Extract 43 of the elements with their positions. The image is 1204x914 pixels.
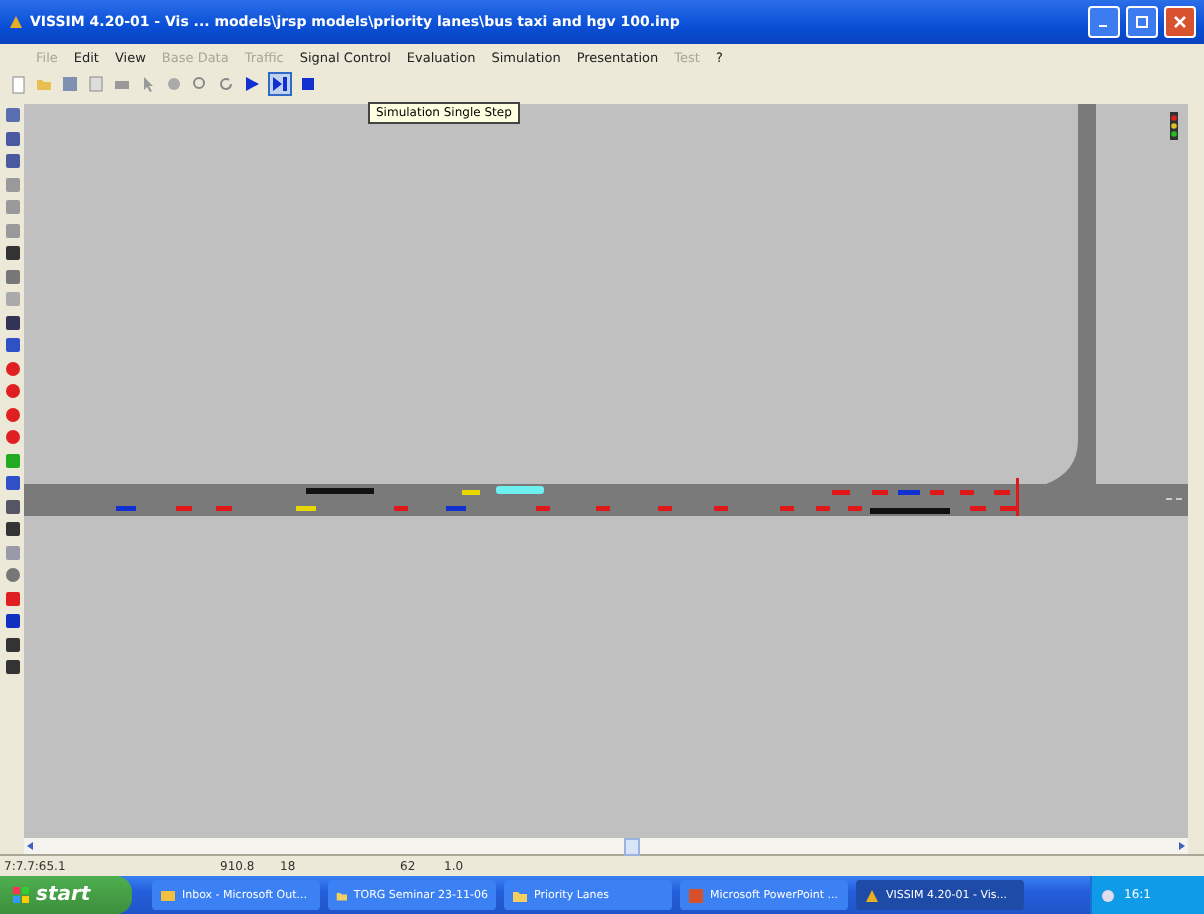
folder-icon	[336, 887, 348, 903]
stop-button[interactable]	[298, 74, 318, 94]
vehicle	[898, 490, 920, 495]
maximize-button[interactable]	[1126, 6, 1158, 38]
vehicle	[296, 506, 316, 511]
start-button[interactable]: start	[0, 876, 132, 914]
play-button[interactable]	[242, 74, 262, 94]
pointer-button[interactable]	[138, 74, 158, 94]
app-icon	[8, 14, 24, 30]
vehicle	[596, 506, 610, 511]
vehicle	[176, 506, 192, 511]
app-icon	[864, 887, 880, 903]
vehicle	[536, 506, 550, 511]
windows-logo-icon	[12, 886, 30, 904]
minimize-button[interactable]	[1088, 6, 1120, 38]
maximize-icon	[1134, 14, 1150, 30]
vehicle	[306, 488, 374, 494]
folder-icon	[36, 76, 52, 92]
play-icon	[244, 76, 260, 92]
pointer-icon	[140, 76, 156, 92]
envelope-icon	[160, 887, 176, 903]
folder-icon	[512, 887, 528, 903]
close-icon	[1172, 14, 1188, 30]
page-icon	[10, 75, 26, 93]
zoom-icon	[192, 76, 208, 92]
stop-line	[1016, 478, 1019, 516]
close-button[interactable]	[1164, 6, 1196, 38]
vehicle	[394, 506, 408, 511]
stop-icon	[300, 76, 316, 92]
vehicle	[930, 490, 944, 495]
vehicle	[714, 506, 728, 511]
horizontal-scrollbar[interactable]	[24, 838, 1188, 854]
vehicle	[496, 486, 544, 494]
vehicle	[658, 506, 672, 511]
vehicle	[216, 506, 232, 511]
step-icon	[272, 76, 288, 92]
single-step-button[interactable]	[268, 72, 292, 96]
vehicle	[116, 506, 136, 511]
vehicle	[780, 506, 794, 511]
network-icon	[1100, 887, 1116, 903]
vehicle	[870, 508, 950, 514]
zoom-button[interactable]	[190, 74, 210, 94]
presentation-icon	[688, 887, 704, 903]
